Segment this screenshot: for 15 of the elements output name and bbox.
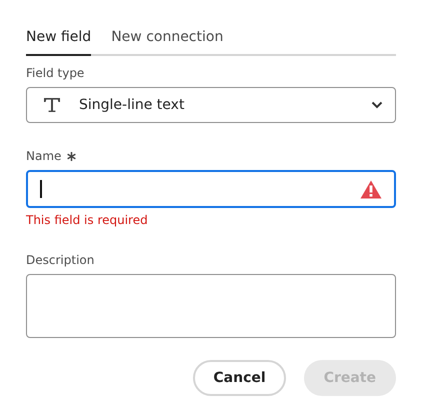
warning-icon xyxy=(360,180,382,198)
tab[interactable]: New field xyxy=(26,26,92,56)
field-label: Name xyxy=(26,149,62,163)
field-type-dropdown[interactable]: Single-line text xyxy=(26,87,396,123)
error-message: This field is required xyxy=(26,213,149,227)
field-label: Description xyxy=(26,253,94,267)
description-input[interactable] xyxy=(26,274,396,338)
tab[interactable]: New connection xyxy=(111,26,224,56)
text-type-icon xyxy=(43,97,61,113)
dropdown-value: Single-line text xyxy=(79,97,186,113)
chevron-down-icon xyxy=(371,101,383,109)
cancel-button[interactable]: Cancel xyxy=(193,360,286,396)
field-label: Field type xyxy=(26,66,84,80)
text-cursor xyxy=(40,180,42,198)
name-input[interactable] xyxy=(26,170,396,208)
